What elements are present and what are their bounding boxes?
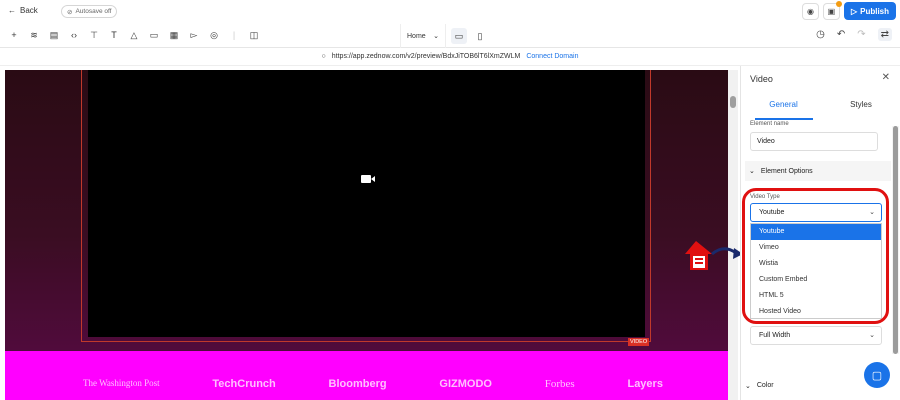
preview-url[interactable]: https://app.zednow.com/v2/preview/BdxJiT…	[332, 53, 521, 60]
tab-general[interactable]: General	[741, 100, 826, 109]
save-button[interactable]: ▣	[822, 0, 842, 20]
columns-icon[interactable]: ◫	[248, 30, 260, 41]
redo-icon[interactable]: ↷	[857, 29, 865, 40]
chat-support-button[interactable]: ▢	[864, 362, 890, 388]
code-icon[interactable]: ‹›	[68, 30, 80, 41]
globe-icon: ○	[321, 53, 326, 60]
annotation-arrow-icon	[685, 241, 743, 270]
text-icon[interactable]: T	[108, 30, 120, 41]
logo-gizmodo: GIZMODO	[439, 378, 492, 390]
active-tab-indicator	[755, 118, 813, 120]
unsaved-dot	[835, 0, 842, 7]
canvas-scrollbar[interactable]	[728, 70, 738, 400]
tab-styles[interactable]: Styles	[826, 100, 896, 109]
canvas-scroll-thumb[interactable]	[730, 96, 736, 108]
window-icon[interactable]: ▭	[148, 30, 160, 41]
logo-techcrunch: TechCrunch	[212, 378, 276, 390]
panel-scrollbar[interactable]	[892, 126, 899, 354]
chevron-down-icon: ⌄	[749, 168, 755, 175]
undo-icon[interactable]: ↶	[837, 29, 845, 40]
logos-section[interactable]: The Washington Post TechCrunch Bloomberg…	[5, 351, 728, 400]
logo-bloomberg: Bloomberg	[328, 378, 387, 390]
video-placeholder[interactable]	[88, 70, 645, 337]
history-icon[interactable]: ◷	[816, 29, 825, 40]
preview-button[interactable]: ◉	[801, 2, 819, 20]
form-icon[interactable]: ▦	[168, 30, 180, 41]
terminal-icon[interactable]: ▻	[188, 30, 200, 41]
annotation-highlight	[742, 188, 889, 324]
publish-label: Publish	[860, 6, 889, 16]
close-icon[interactable]: ✕	[882, 72, 890, 83]
palette-icon[interactable]: ◎	[208, 30, 220, 41]
video-element-tag: VIDEO	[628, 338, 650, 346]
phone-icon: ▯	[477, 30, 483, 41]
color-section-label: Color	[756, 382, 774, 389]
chevron-down-icon: ⌄	[869, 332, 875, 339]
shapes-icon[interactable]: △	[128, 30, 140, 41]
preview-url-bar: ○ https://app.zednow.com/v2/preview/BdxJ…	[0, 48, 900, 66]
video-camera-icon	[361, 175, 375, 183]
element-options-label: Element Options	[760, 167, 813, 175]
layers-icon[interactable]: ≋	[28, 30, 40, 41]
element-name-input[interactable]: Video	[750, 132, 878, 151]
panel-scroll-thumb[interactable]	[893, 126, 898, 354]
page-canvas[interactable]: VIDEO The Washington Post TechCrunch Blo…	[5, 70, 728, 400]
save-icon: ▣	[827, 6, 836, 16]
logo-row: The Washington Post TechCrunch Bloomberg…	[83, 378, 663, 390]
arrow-left-icon: ←	[8, 6, 16, 15]
toolbar-right: ◷ ↶ ↷ ⇄	[816, 28, 892, 41]
top-bar: ← Back ⊘ Autosave off ◉ ▣ ▷ Publish	[0, 0, 900, 24]
brush-icon[interactable]: ⊤	[88, 30, 100, 41]
chevron-down-icon: ⌄	[433, 33, 439, 40]
element-options-header[interactable]: ⌄ Element Options	[745, 161, 891, 181]
divider: |	[232, 30, 236, 40]
cloud-off-icon: ⊘	[67, 8, 73, 16]
color-section-header[interactable]: ⌄ Color	[745, 382, 774, 390]
monitor-icon: ▭	[454, 30, 464, 41]
editor-toolbar: + ≋ ▤ ‹› ⊤ T △ ▭ ▦ ▻ ◎ | ◫ Home ⌄ ▭ ▯ ◷ …	[0, 24, 900, 48]
top-right-actions: ◉ ▣ ▷ Publish	[801, 0, 896, 20]
connect-domain-link[interactable]: Connect Domain	[526, 53, 578, 60]
video-element-outline[interactable]	[81, 70, 651, 342]
logo-forbes: Forbes	[544, 378, 575, 390]
back-label: Back	[20, 6, 38, 15]
mobile-view-button[interactable]: ▯	[472, 28, 488, 44]
page-selector[interactable]: Home ⌄	[400, 24, 446, 48]
element-settings-panel: Video ✕ General Styles Element name Vide…	[740, 66, 900, 400]
add-icon[interactable]: +	[8, 30, 20, 41]
back-button[interactable]: ← Back	[8, 6, 38, 15]
panel-tabs: General Styles	[741, 96, 891, 120]
width-select[interactable]: Full Width ⌄	[750, 326, 882, 345]
logo-washington-post: The Washington Post	[83, 378, 160, 388]
desktop-view-button[interactable]: ▭	[451, 28, 467, 44]
width-value: Full Width	[759, 332, 791, 339]
send-icon: ▷	[850, 6, 858, 16]
autosave-label: Autosave off	[75, 8, 112, 15]
settings-sliders-icon[interactable]: ⇄	[877, 28, 892, 41]
element-name-label: Element name	[750, 121, 789, 127]
logo-layers: Layers	[627, 378, 663, 390]
autosave-toggle[interactable]: ⊘ Autosave off	[61, 5, 118, 18]
panel-title: Video	[750, 74, 773, 84]
publish-button[interactable]: ▷ Publish	[843, 2, 896, 20]
page-select-value: Home	[407, 32, 426, 40]
page-icon[interactable]: ▤	[48, 30, 60, 41]
element-tools: + ≋ ▤ ‹› ⊤ T △ ▭ ▦ ▻ ◎ | ◫	[8, 30, 260, 41]
eye-icon: ◉	[806, 6, 814, 16]
chat-icon: ▢	[871, 369, 883, 382]
chevron-down-icon: ⌄	[745, 383, 751, 390]
